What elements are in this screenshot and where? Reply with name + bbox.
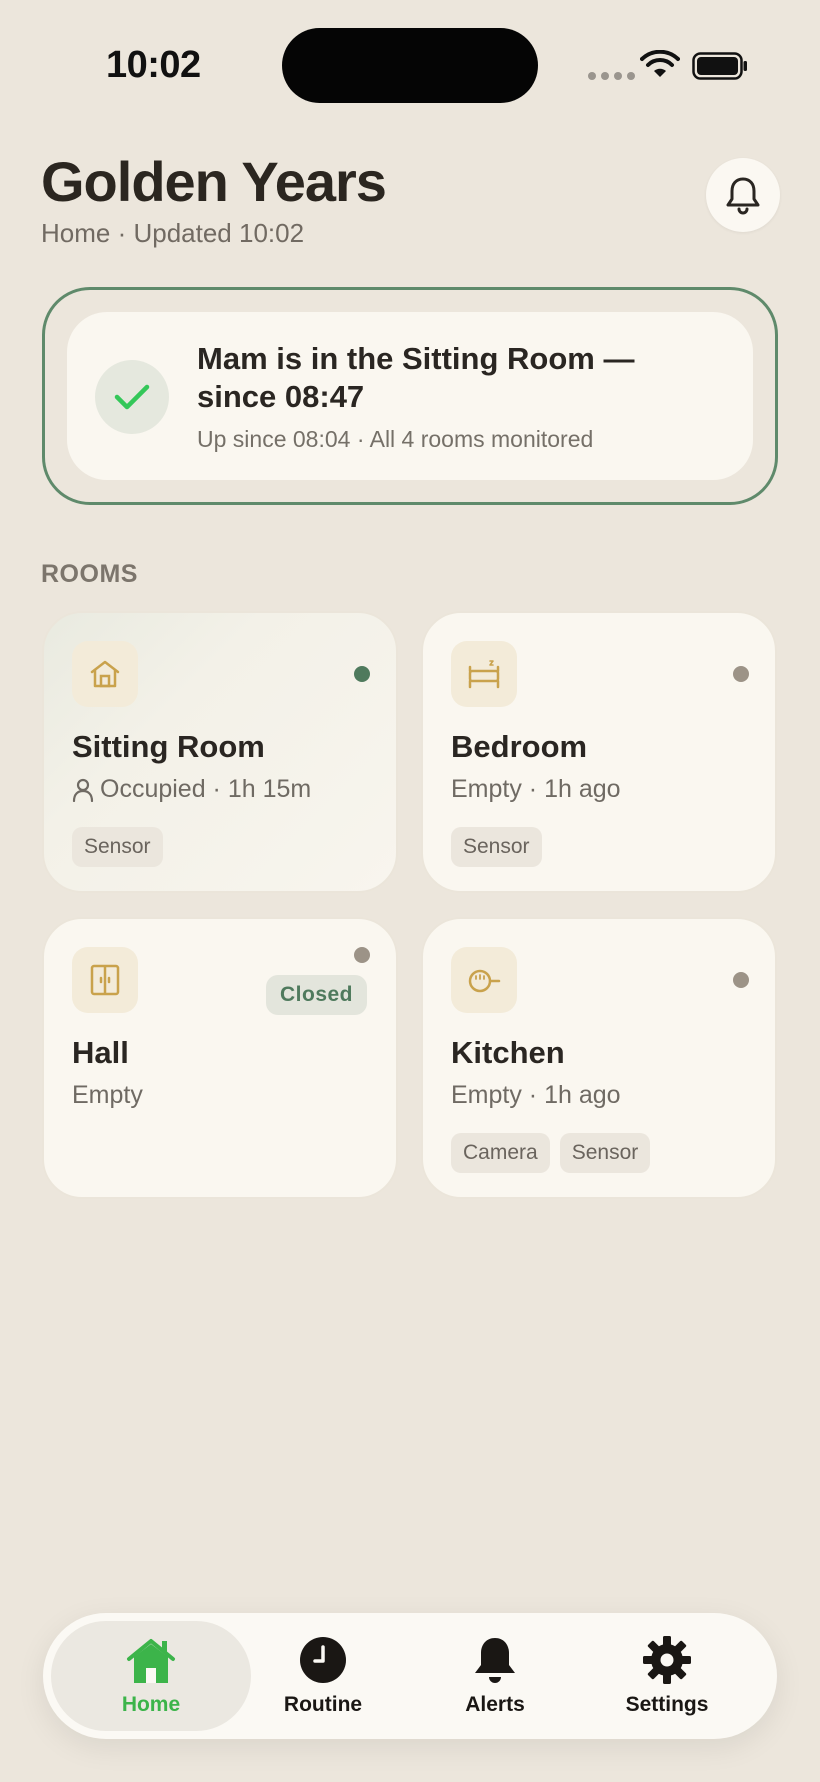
room-status: Occupied · 1h 15m [72, 775, 311, 804]
home-icon [127, 1639, 175, 1683]
status-bar: 10:02 [0, 0, 820, 130]
room-name: Kitchen [451, 1035, 565, 1070]
presence-status-card[interactable]: Mam is in the Sitting Room — since 08:47… [42, 287, 778, 505]
bed-icon [451, 641, 517, 707]
presence-details: Up since 08:04 · All 4 rooms monitored [197, 426, 594, 452]
room-card-bedroom[interactable]: Bedroom Empty · 1h ago Sensor [421, 611, 777, 893]
occupancy-indicator [733, 972, 749, 988]
battery-icon [692, 52, 747, 80]
tab-alerts[interactable]: Alerts [395, 1621, 595, 1731]
room-status-text: Occupied · 1h 15m [100, 775, 312, 803]
tab-settings[interactable]: Settings [567, 1621, 767, 1731]
occupancy-indicator [354, 666, 370, 682]
page-header: Golden Years Home · Updated 10:02 [41, 150, 387, 249]
room-name: Hall [72, 1035, 129, 1070]
rooms-section-label: ROOMS [41, 560, 138, 588]
tag-sensor: Sensor [451, 827, 542, 867]
notifications-button[interactable] [706, 158, 780, 232]
room-status: Empty [72, 1081, 143, 1110]
room-card-sitting-room[interactable]: Sitting Room Occupied · 1h 15m Sensor [42, 611, 398, 893]
house-icon [72, 641, 138, 707]
tab-label: Home [121, 1693, 181, 1716]
tab-label: Settings [625, 1693, 709, 1716]
gear-icon [643, 1636, 691, 1684]
page-title: Golden Years [41, 150, 387, 213]
tab-bar: Home Routine Alerts Settings [43, 1613, 777, 1739]
clock-icon [300, 1637, 346, 1683]
room-status-text: Empty [72, 1081, 143, 1109]
room-status-text: Empty · 1h ago [451, 1081, 621, 1109]
status-time: 10:02 [106, 44, 201, 86]
wifi-icon [640, 50, 680, 77]
tab-routine[interactable]: Routine [223, 1621, 423, 1731]
tab-label: Routine [283, 1693, 363, 1716]
room-card-hall[interactable]: Closed Hall Empty [42, 917, 398, 1199]
bell-icon [475, 1638, 515, 1683]
occupancy-indicator [354, 947, 370, 963]
tag-sensor: Sensor [72, 827, 163, 867]
room-name: Sitting Room [72, 729, 265, 764]
kettle-icon [451, 947, 517, 1013]
person-icon [72, 778, 94, 802]
dynamic-island [282, 28, 538, 103]
door-closed-badge: Closed [266, 975, 368, 1015]
room-name: Bedroom [451, 729, 588, 764]
tag-sensor: Sensor [559, 1133, 651, 1173]
cellular-signal-icon [588, 72, 635, 80]
tab-home[interactable]: Home [51, 1621, 251, 1731]
occupancy-indicator [733, 666, 749, 682]
room-status: Empty · 1h ago [451, 1081, 621, 1110]
checkmark-icon [114, 384, 150, 410]
tab-label: Alerts [465, 1693, 525, 1716]
bell-icon [726, 177, 760, 215]
presence-status-inner: Mam is in the Sitting Room — since 08:47… [67, 312, 753, 480]
room-card-kitchen[interactable]: Kitchen Empty · 1h ago Camera Sensor [421, 917, 777, 1199]
room-status: Empty · 1h ago [451, 775, 621, 804]
status-ok-badge [95, 360, 169, 434]
presence-headline: Mam is in the Sitting Room — since 08:47 [197, 341, 635, 414]
door-icon [72, 947, 138, 1013]
tag-camera: Camera [451, 1133, 550, 1173]
room-status-text: Empty · 1h ago [451, 775, 621, 803]
page-subtitle: Home · Updated 10:02 [41, 218, 305, 248]
